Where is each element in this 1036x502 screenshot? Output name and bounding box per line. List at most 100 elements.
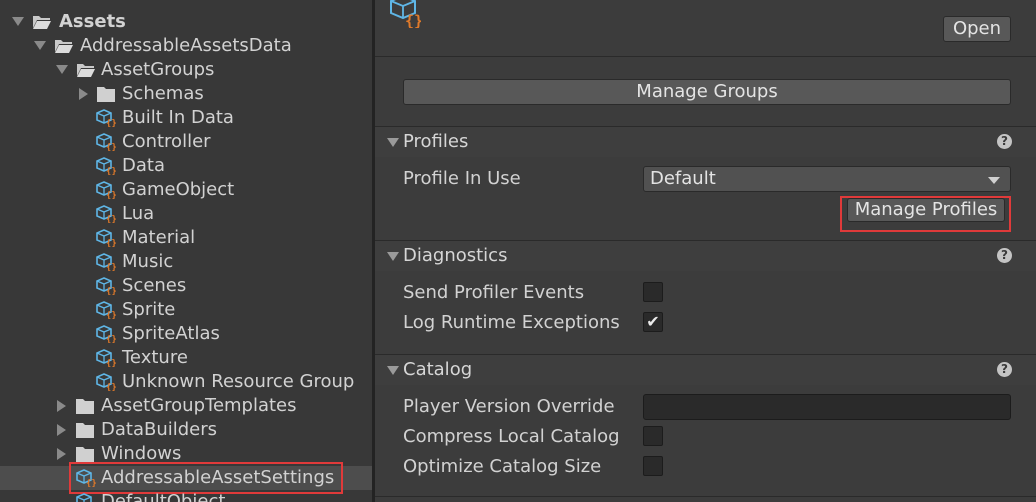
addressable-asset-group-icon: {} xyxy=(96,373,116,391)
svg-text:{}: {} xyxy=(106,287,116,295)
tree-label: Assets xyxy=(59,11,126,32)
folder-open-icon xyxy=(77,64,95,77)
addressable-asset-group-icon: {} xyxy=(96,157,116,175)
divider xyxy=(375,56,1036,57)
open-button[interactable]: Open xyxy=(943,16,1011,42)
tree-label: GameObject xyxy=(122,179,235,200)
tree-item-asset-group[interactable]: {} GameObject xyxy=(0,178,372,202)
player-version-override-input[interactable] xyxy=(643,394,1011,420)
compress-local-catalog-label: Compress Local Catalog xyxy=(403,426,620,447)
help-icon[interactable]: ? xyxy=(997,134,1012,149)
manage-groups-button[interactable]: Manage Groups xyxy=(403,79,1011,105)
addressable-asset-group-icon: {} xyxy=(96,277,116,295)
addressable-settings-icon: {} xyxy=(390,0,421,28)
help-icon[interactable]: ? xyxy=(997,248,1012,263)
folder-icon xyxy=(97,87,115,102)
tree-label: AssetGroupTemplates xyxy=(101,395,297,416)
tree-item-schemas[interactable]: Schemas xyxy=(0,82,372,106)
folder-icon xyxy=(76,423,94,438)
send-profiler-events-checkbox[interactable] xyxy=(643,282,663,302)
folder-icon xyxy=(76,399,94,414)
svg-text:{}: {} xyxy=(405,12,421,28)
tree-label: Texture xyxy=(122,347,188,368)
dropdown-caret-icon xyxy=(988,177,1000,184)
tree-label: Music xyxy=(122,251,174,272)
collapse-arrow-icon[interactable] xyxy=(79,88,88,100)
highlight-box-manage-profiles xyxy=(840,196,1011,232)
addressable-asset-group-icon: {} xyxy=(96,109,116,127)
section-title: Catalog xyxy=(403,359,473,380)
tree-label: Data xyxy=(122,155,165,176)
tree-item-asset-group[interactable]: {} Lua xyxy=(0,202,372,226)
profiles-section-header[interactable]: Profiles ? xyxy=(375,126,1036,157)
svg-text:{}: {} xyxy=(106,143,116,151)
tree-label: Sprite xyxy=(122,299,176,320)
addressable-asset-group-icon: {} xyxy=(96,229,116,247)
addressable-asset-group-icon: {} xyxy=(96,253,116,271)
collapse-arrow-icon[interactable] xyxy=(57,448,66,460)
tree-item-asset-group[interactable]: {} Data xyxy=(0,154,372,178)
addressable-asset-group-icon: {} xyxy=(96,205,116,223)
svg-text:{}: {} xyxy=(106,239,116,247)
foldout-arrow-icon[interactable] xyxy=(387,252,399,261)
tree-item-asset-group[interactable]: {} Material xyxy=(0,226,372,250)
svg-text:{}: {} xyxy=(106,215,116,223)
section-title: Profiles xyxy=(403,131,469,152)
log-runtime-exceptions-label: Log Runtime Exceptions xyxy=(403,312,620,333)
tree-label: Schemas xyxy=(122,83,204,104)
addressable-asset-group-icon: {} xyxy=(96,349,116,367)
expand-arrow-icon[interactable] xyxy=(56,65,68,74)
inspector-panel: {} Open Manage Groups Profiles ? Profile… xyxy=(375,0,1036,502)
addressable-asset-group-icon: {} xyxy=(96,325,116,343)
tree-item-asset-group[interactable]: {} Controller xyxy=(0,130,372,154)
tree-item-asset-group[interactable]: {} Texture xyxy=(0,346,372,370)
log-runtime-exceptions-checkbox[interactable]: ✔ xyxy=(643,312,663,332)
tree-label: AddressableAssetsData xyxy=(80,35,292,56)
tree-item-asset-group[interactable]: {} Unknown Resource Group xyxy=(0,370,372,394)
collapse-arrow-icon[interactable] xyxy=(57,400,66,412)
catalog-section-header[interactable]: Catalog ? xyxy=(375,354,1036,385)
svg-text:{}: {} xyxy=(106,311,116,319)
expand-arrow-icon[interactable] xyxy=(34,41,46,50)
tree-label: SpriteAtlas xyxy=(122,323,220,344)
folder-open-icon xyxy=(55,40,73,53)
profile-in-use-label: Profile In Use xyxy=(403,168,521,189)
svg-text:{}: {} xyxy=(106,191,116,199)
folder-icon xyxy=(76,447,94,462)
tree-item-asset-group[interactable]: {} SpriteAtlas xyxy=(0,322,372,346)
foldout-arrow-icon[interactable] xyxy=(387,366,399,375)
tree-item-assets[interactable]: Assets xyxy=(0,10,372,34)
addressable-asset-group-icon: {} xyxy=(96,133,116,151)
tree-item-addressable-assets-data[interactable]: AddressableAssetsData xyxy=(0,34,372,58)
tree-label: Lua xyxy=(122,203,155,224)
svg-text:{}: {} xyxy=(106,335,116,343)
tree-label: Material xyxy=(122,227,196,248)
tree-item-asset-groups[interactable]: AssetGroups xyxy=(0,58,372,82)
player-version-override-label: Player Version Override xyxy=(403,396,615,417)
tree-label: Built In Data xyxy=(122,107,234,128)
folder-open-icon xyxy=(33,16,51,29)
profile-in-use-dropdown[interactable]: Default xyxy=(643,166,1011,192)
dropdown-value: Default xyxy=(650,168,716,189)
help-icon[interactable]: ? xyxy=(997,362,1012,377)
addressable-asset-group-icon: {} xyxy=(96,181,116,199)
compress-local-catalog-checkbox[interactable] xyxy=(643,426,663,446)
project-tree-panel: Assets AddressableAssetsData AssetGroups… xyxy=(0,0,372,502)
foldout-arrow-icon[interactable] xyxy=(387,138,399,147)
tree-item-asset-group[interactable]: {} Scenes xyxy=(0,274,372,298)
tree-item-data-builders[interactable]: DataBuilders xyxy=(0,418,372,442)
tree-item-asset-group[interactable]: {} Music xyxy=(0,250,372,274)
divider xyxy=(375,496,1036,497)
tree-item-asset-group-templates[interactable]: AssetGroupTemplates xyxy=(0,394,372,418)
diagnostics-section-header[interactable]: Diagnostics ? xyxy=(375,240,1036,271)
tree-item-default-object[interactable]: {} DefaultObject xyxy=(0,490,372,502)
addressable-asset-group-icon: {} xyxy=(76,493,92,502)
svg-text:{}: {} xyxy=(106,119,116,127)
expand-arrow-icon[interactable] xyxy=(12,17,24,26)
tree-item-asset-group[interactable]: {} Sprite xyxy=(0,298,372,322)
tree-label: Unknown Resource Group xyxy=(122,371,355,392)
optimize-catalog-size-checkbox[interactable] xyxy=(643,456,663,476)
inspector-title-clipped xyxy=(439,0,959,2)
collapse-arrow-icon[interactable] xyxy=(57,424,66,436)
tree-item-asset-group[interactable]: {} Built In Data xyxy=(0,106,372,130)
